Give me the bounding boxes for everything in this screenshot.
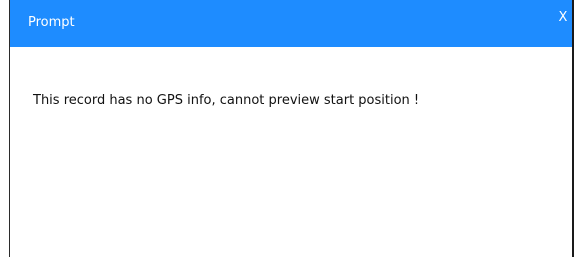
- dialog-message: This record has no GPS info, cannot prev…: [33, 93, 420, 108]
- dialog-titlebar: Prompt X: [10, 0, 572, 47]
- close-button[interactable]: X: [556, 10, 570, 28]
- dialog-title: Prompt: [28, 15, 75, 30]
